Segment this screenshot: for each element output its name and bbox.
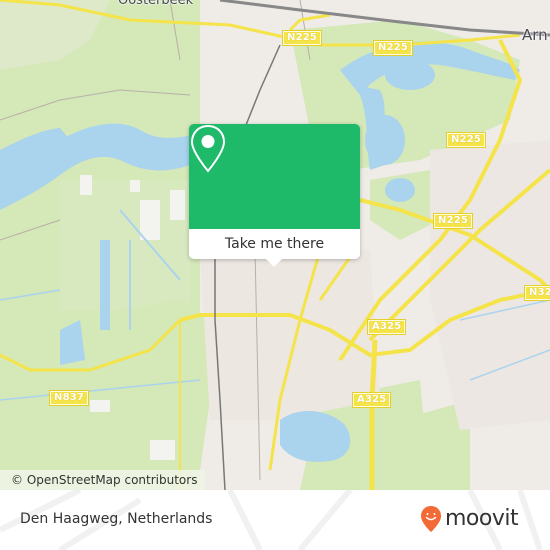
location-popup: Take me there	[189, 124, 360, 267]
road-label-n225: N225	[281, 30, 323, 46]
popup-pointer	[265, 258, 283, 267]
map-attribution[interactable]: © OpenStreetMap contributors	[0, 470, 206, 490]
road-label-a325: A325	[366, 319, 407, 335]
address-label: Den Haagweg, Netherlands	[20, 511, 213, 527]
moovit-smiley-pin-icon	[421, 506, 441, 532]
popup-header	[189, 124, 360, 229]
map-pin-icon	[190, 124, 226, 173]
place-label-arnhem: Arn	[522, 26, 548, 44]
road-label-a325: A325	[351, 392, 392, 408]
map-view[interactable]: Oosterbeek Arn N225 N225 N225 N225 N325 …	[0, 0, 550, 490]
road-label-n325: N325	[523, 285, 550, 301]
road-label-n225: N225	[372, 40, 414, 56]
road-label-n837: N837	[48, 390, 90, 406]
road-label-n225: N225	[445, 132, 487, 148]
moovit-wordmark: moovit	[445, 506, 519, 531]
moovit-logo[interactable]: moovit	[420, 505, 519, 533]
footer-bar: Den Haagweg, Netherlands moovit	[0, 490, 550, 550]
take-me-there-button[interactable]: Take me there	[189, 229, 360, 259]
place-label-oosterbeek: Oosterbeek	[118, 0, 194, 8]
road-label-n225: N225	[432, 213, 474, 229]
